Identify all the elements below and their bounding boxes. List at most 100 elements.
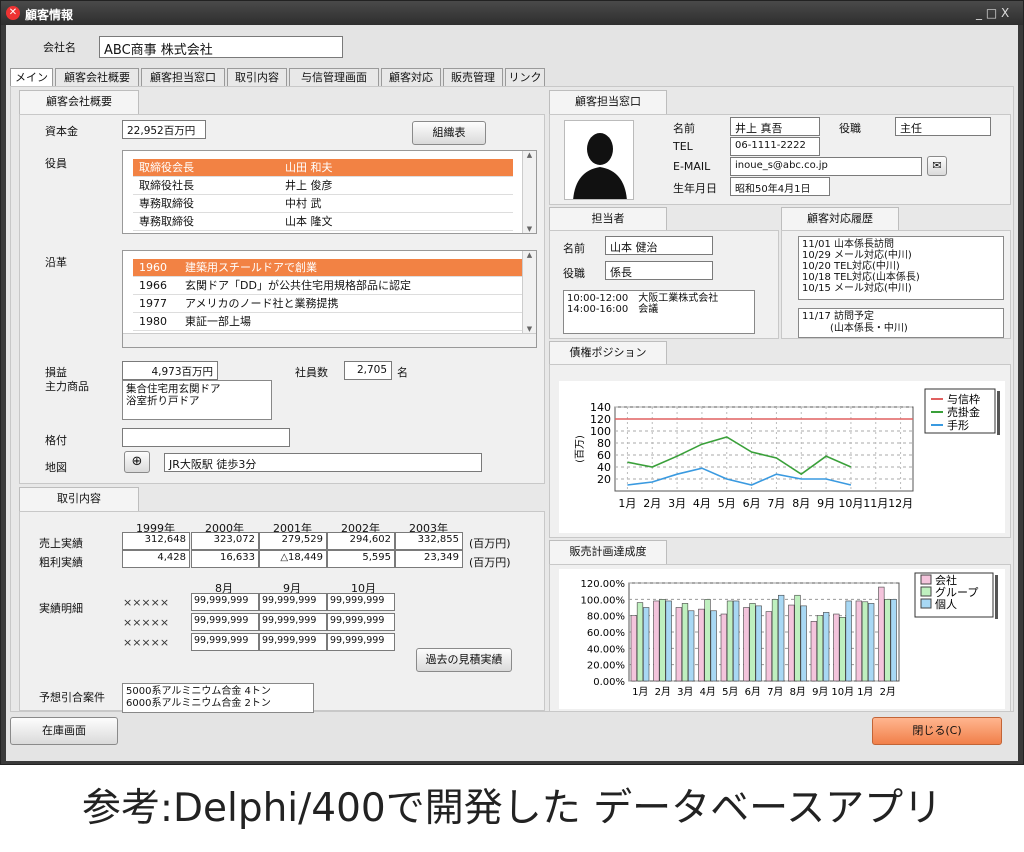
bar	[698, 608, 705, 682]
app-close-icon[interactable]: ✕	[6, 6, 20, 20]
x-tick-label: 1月	[632, 686, 648, 698]
sales-achievement-chart: 0.00% 20.00% 40.00% 60.00% 80.00% 100.00% 120.…	[559, 569, 1005, 709]
credit-legend: 与信枠売掛金手形	[924, 388, 1000, 435]
history-entry: 10/20 TEL対応(中川)	[802, 261, 900, 272]
rep-name-field[interactable]: 山本 健治	[605, 236, 713, 255]
bar	[794, 594, 801, 682]
company-field[interactable]: ABC商事 株式会社	[99, 36, 343, 58]
gross-cell[interactable]: 23,349	[395, 550, 463, 568]
bar	[643, 607, 650, 682]
detail-cell[interactable]: 99,999,999	[327, 633, 395, 651]
gross-cell[interactable]: 5,595	[327, 550, 395, 568]
bar	[665, 600, 672, 682]
x-tick-label: 11月	[863, 497, 888, 510]
y-axis-label: (百万)	[574, 435, 586, 463]
bar	[884, 599, 891, 682]
contact-name-label: 名前	[673, 122, 695, 135]
gross-unit: (百万円)	[469, 556, 511, 569]
legend-label: 個人	[935, 598, 957, 611]
x-tick-label: 1月	[618, 497, 636, 510]
bar	[816, 615, 824, 682]
x-tick-label: 3月	[677, 686, 693, 698]
bar	[868, 603, 875, 682]
bar	[810, 621, 817, 682]
sales-cell[interactable]: 323,072	[191, 532, 259, 550]
x-tick-label: 7月	[767, 686, 783, 698]
gross-label: 粗利実績	[39, 556, 83, 569]
legend-label: 手形	[947, 418, 969, 432]
x-tick-label: 6月	[743, 497, 761, 510]
sales-cell[interactable]: 312,648	[122, 532, 190, 550]
contact-birth-field[interactable]: 昭和50年4月1日	[730, 177, 830, 196]
gross-cell[interactable]: 16,633	[191, 550, 259, 568]
contact-birth-label: 生年月日	[673, 182, 717, 195]
window-controls[interactable]: _ □ X	[976, 6, 1009, 20]
detail-cell[interactable]: 99,999,999	[327, 593, 395, 611]
contact-mail-label: E-MAIL	[673, 160, 711, 173]
schedule-item: 10:00-12:00 大阪工業株式会社	[567, 293, 719, 304]
y-tick-label: 20.00%	[587, 661, 625, 672]
detail-cell[interactable]: 99,999,999	[191, 633, 259, 651]
y-tick-label: 80.00%	[587, 612, 625, 623]
bar	[861, 601, 869, 682]
sales-cell[interactable]: 294,602	[327, 532, 395, 550]
contact-role-field[interactable]: 主任	[895, 117, 991, 136]
gross-cell[interactable]: 4,428	[122, 550, 190, 568]
close-button[interactable]: 閉じる(C)	[872, 717, 1002, 745]
tab-company-overview[interactable]: 顧客会社概要	[55, 68, 139, 87]
contact-tel-label: TEL	[673, 140, 693, 153]
plan-item: (山本係長・中川)	[830, 323, 908, 334]
detail-cell[interactable]: 99,999,999	[259, 613, 327, 631]
bar	[726, 600, 734, 682]
bar	[800, 605, 807, 682]
x-tick-label: 5月	[722, 686, 738, 698]
support-plan-list[interactable]: 11/17 訪問予定 (山本係長・中川)	[798, 308, 1004, 338]
gross-cell[interactable]: △18,449	[259, 550, 327, 568]
tab-transactions[interactable]: 取引内容	[227, 68, 287, 87]
rep-schedule[interactable]: 10:00-12:00 大阪工業株式会社 14:00-16:00 会議	[563, 290, 755, 334]
bar	[653, 600, 660, 682]
x-tick-label: 4月	[700, 686, 716, 698]
stock-screen-button[interactable]: 在庫画面	[10, 717, 118, 745]
contact-name-field[interactable]: 井上 真吾	[730, 117, 820, 136]
detail-item: ×××××	[123, 596, 170, 609]
detail-cell[interactable]: 99,999,999	[191, 593, 259, 611]
tab-credit-management[interactable]: 与信管理画面	[289, 68, 379, 87]
support-history-list[interactable]: 11/01 山本係長訪問 10/29 メール対応(中川) 10/20 TEL対応…	[798, 236, 1004, 300]
bar	[833, 613, 840, 682]
detail-cell[interactable]: 99,999,999	[191, 613, 259, 631]
rep-header: 担当者	[549, 207, 667, 231]
past-estimates-button[interactable]: 過去の見積実績	[416, 648, 512, 672]
contact-mail-field[interactable]: inoue_s@abc.co.jp	[730, 157, 922, 176]
sales-cell[interactable]: 279,529	[259, 532, 327, 550]
bar	[630, 615, 637, 682]
detail-cell[interactable]: 99,999,999	[259, 593, 327, 611]
bar	[659, 599, 666, 682]
rep-role-field[interactable]: 係長	[605, 261, 713, 280]
bar	[823, 612, 830, 682]
tab-customer-support[interactable]: 顧客対応	[381, 68, 441, 87]
contact-tel-field[interactable]: 06-1111-2222	[730, 137, 820, 156]
contact-photo	[564, 120, 634, 200]
legend-swatch	[920, 586, 932, 597]
detail-cell[interactable]: 99,999,999	[327, 613, 395, 631]
tab-contact-window[interactable]: 顧客担当窓口	[141, 68, 225, 87]
caption: 参考:Delphi/400で開発した データベースアプリ	[81, 786, 943, 831]
forecast-field[interactable]: 5000系アルミニウム合金 4トン 6000系アルミニウム合金 2トン	[122, 683, 314, 713]
send-mail-button[interactable]: ✉	[927, 156, 947, 176]
sales-unit: (百万円)	[469, 537, 511, 550]
sales-cell[interactable]: 332,855	[395, 532, 463, 550]
tab-links[interactable]: リンク	[505, 68, 545, 87]
x-tick-label: 5月	[718, 497, 736, 510]
tab-main[interactable]: メイン	[10, 68, 53, 88]
y-tick-label: 60	[597, 449, 611, 462]
bar	[720, 613, 727, 682]
tab-sales-management[interactable]: 販売管理	[443, 68, 503, 87]
title-bar: ✕ 顧客情報 _ □ X	[1, 1, 1023, 25]
x-tick-label: 7月	[767, 497, 785, 510]
detail-cell[interactable]: 99,999,999	[259, 633, 327, 651]
detail-label: 実績明細	[39, 602, 83, 615]
history-entry: 10/29 メール対応(中川)	[802, 250, 912, 261]
y-tick-label: 100.00%	[581, 595, 626, 606]
bar	[855, 600, 862, 682]
